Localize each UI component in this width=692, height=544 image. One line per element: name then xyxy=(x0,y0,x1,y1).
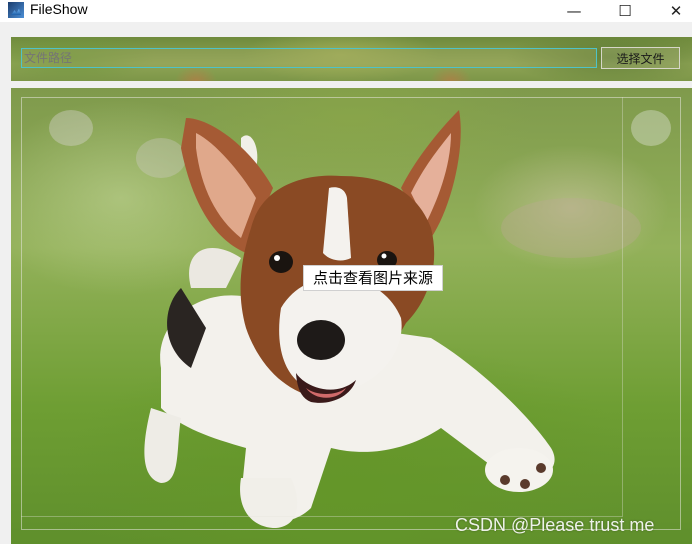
file-path-input[interactable] xyxy=(21,48,597,68)
close-button[interactable]: ✕ xyxy=(656,0,692,22)
maximize-button[interactable]: ☐ xyxy=(605,0,645,22)
view-image-source-button[interactable]: 点击查看图片来源 xyxy=(303,265,443,291)
image-inner-frame xyxy=(21,97,623,517)
title-bar: FileShow — ☐ ✕ xyxy=(0,0,692,22)
select-file-button[interactable]: 选择文件 xyxy=(601,47,680,69)
minimize-button[interactable]: — xyxy=(554,0,594,22)
window-title: FileShow xyxy=(30,1,88,17)
app-icon xyxy=(8,2,24,18)
watermark: CSDN @Please trust me xyxy=(455,515,655,535)
